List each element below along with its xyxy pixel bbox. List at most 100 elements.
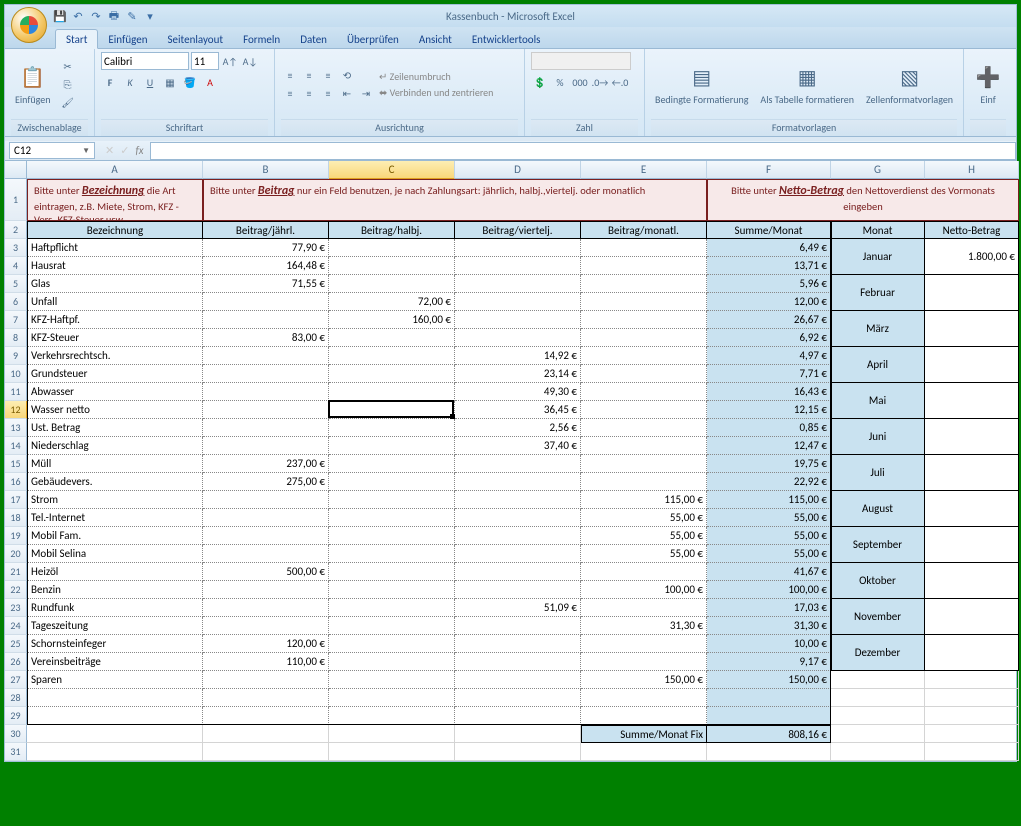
- row-header-20[interactable]: 20: [5, 545, 27, 563]
- month-november[interactable]: November: [831, 599, 925, 635]
- enter-formula-icon[interactable]: ✓: [120, 144, 129, 157]
- cell-A10[interactable]: Grundsteuer: [27, 365, 203, 383]
- netto-august[interactable]: [925, 491, 1019, 527]
- cell-A17[interactable]: Strom: [27, 491, 203, 509]
- cell-D6[interactable]: [455, 293, 581, 311]
- cell-A21[interactable]: Heizöl: [27, 563, 203, 581]
- month-januar[interactable]: Januar: [831, 239, 925, 275]
- cell-E31[interactable]: [581, 743, 707, 761]
- row-header-5[interactable]: 5: [5, 275, 27, 293]
- cell-C4[interactable]: [329, 257, 455, 275]
- increase-decimal-icon[interactable]: .0→: [591, 74, 609, 90]
- cell-B13[interactable]: [203, 419, 329, 437]
- cell-C8[interactable]: [329, 329, 455, 347]
- cell-E13[interactable]: [581, 419, 707, 437]
- row-header-3[interactable]: 3: [5, 239, 27, 257]
- cell-H28[interactable]: [925, 689, 1019, 707]
- row-header-26[interactable]: 26: [5, 653, 27, 671]
- office-button[interactable]: [11, 7, 47, 43]
- cell-A6[interactable]: Unfall: [27, 293, 203, 311]
- font-size-select[interactable]: [191, 52, 219, 70]
- cell-C19[interactable]: [329, 527, 455, 545]
- qat-print-icon[interactable]: 🖶: [107, 9, 121, 23]
- cell-F29[interactable]: [707, 707, 831, 725]
- month-april[interactable]: April: [831, 347, 925, 383]
- qat-brush-icon[interactable]: ✎: [125, 9, 139, 23]
- cell-G31[interactable]: [831, 743, 925, 761]
- increase-font-icon[interactable]: A↑: [221, 53, 239, 69]
- col-header-B[interactable]: B: [203, 161, 329, 179]
- cell-E21[interactable]: [581, 563, 707, 581]
- cell-F27[interactable]: 150,00 €: [707, 671, 831, 689]
- cell-C22[interactable]: [329, 581, 455, 599]
- cut-icon[interactable]: ✂: [59, 59, 77, 75]
- qat-dropdown-icon[interactable]: ▾: [143, 9, 157, 23]
- row-header-9[interactable]: 9: [5, 347, 27, 365]
- col-header-H[interactable]: H: [925, 161, 1019, 179]
- cell-B26[interactable]: 110,00 €: [203, 653, 329, 671]
- cell-E19[interactable]: 55,00 €: [581, 527, 707, 545]
- cell-B3[interactable]: 77,90 €: [203, 239, 329, 257]
- tab-einfügen[interactable]: Einfügen: [98, 30, 157, 48]
- qat-save-icon[interactable]: 💾: [53, 9, 67, 23]
- cell-A27[interactable]: Sparen: [27, 671, 203, 689]
- cell-B14[interactable]: [203, 437, 329, 455]
- align-right-icon[interactable]: ≡: [319, 86, 337, 102]
- font-name-select[interactable]: [101, 52, 189, 70]
- tab-überprüfen[interactable]: Überprüfen: [337, 30, 409, 48]
- cell-F26[interactable]: 9,17 €: [707, 653, 831, 671]
- cell-B9[interactable]: [203, 347, 329, 365]
- cell-B10[interactable]: [203, 365, 329, 383]
- cell-B5[interactable]: 71,55 €: [203, 275, 329, 293]
- month-februar[interactable]: Februar: [831, 275, 925, 311]
- header-h[interactable]: Netto-Betrag: [925, 221, 1019, 239]
- month-oktober[interactable]: Oktober: [831, 563, 925, 599]
- month-august[interactable]: August: [831, 491, 925, 527]
- cell-A24[interactable]: Tageszeitung: [27, 617, 203, 635]
- header-g[interactable]: Monat: [831, 221, 925, 239]
- cell-D19[interactable]: [455, 527, 581, 545]
- cell-G27[interactable]: [831, 671, 925, 689]
- cell-F11[interactable]: 16,43 €: [707, 383, 831, 401]
- cell-C28[interactable]: [329, 689, 455, 707]
- wrap-text-button[interactable]: ↵ Zeilenumbruch: [379, 70, 493, 83]
- cell-F28[interactable]: [707, 689, 831, 707]
- cell-D10[interactable]: 23,14 €: [455, 365, 581, 383]
- cell-D4[interactable]: [455, 257, 581, 275]
- cell-C10[interactable]: [329, 365, 455, 383]
- cell-F9[interactable]: 4,97 €: [707, 347, 831, 365]
- cell-D29[interactable]: [455, 707, 581, 725]
- cell-E17[interactable]: 115,00 €: [581, 491, 707, 509]
- row-header-21[interactable]: 21: [5, 563, 27, 581]
- row-header-8[interactable]: 8: [5, 329, 27, 347]
- cell-B27[interactable]: [203, 671, 329, 689]
- cell-C11[interactable]: [329, 383, 455, 401]
- formula-bar[interactable]: [150, 142, 1016, 160]
- cell-D24[interactable]: [455, 617, 581, 635]
- cell-B11[interactable]: [203, 383, 329, 401]
- cell-D31[interactable]: [455, 743, 581, 761]
- month-juni[interactable]: Juni: [831, 419, 925, 455]
- cell-A9[interactable]: Verkehrsrechtsch.: [27, 347, 203, 365]
- cell-E10[interactable]: [581, 365, 707, 383]
- underline-button[interactable]: U: [141, 74, 159, 90]
- cell-A8[interactable]: KFZ-Steuer: [27, 329, 203, 347]
- cell-A26[interactable]: Vereinsbeiträge: [27, 653, 203, 671]
- netto-juni[interactable]: [925, 419, 1019, 455]
- orientation-icon[interactable]: ⟲: [338, 68, 356, 84]
- row-header-13[interactable]: 13: [5, 419, 27, 437]
- row-header-11[interactable]: 11: [5, 383, 27, 401]
- col-header-D[interactable]: D: [455, 161, 581, 179]
- cell-D14[interactable]: 37,40 €: [455, 437, 581, 455]
- cell-C25[interactable]: [329, 635, 455, 653]
- month-dezember[interactable]: Dezember: [831, 635, 925, 671]
- cell-A7[interactable]: KFZ-Haftpf.: [27, 311, 203, 329]
- cell-B4[interactable]: 164,48 €: [203, 257, 329, 275]
- cell-E22[interactable]: 100,00 €: [581, 581, 707, 599]
- fill-color-icon[interactable]: 🪣: [181, 74, 199, 90]
- cell-C5[interactable]: [329, 275, 455, 293]
- merge-button[interactable]: ⬌ Verbinden und zentrieren: [379, 86, 493, 99]
- row-header-14[interactable]: 14: [5, 437, 27, 455]
- cell-A30[interactable]: [27, 725, 203, 743]
- cell-D28[interactable]: [455, 689, 581, 707]
